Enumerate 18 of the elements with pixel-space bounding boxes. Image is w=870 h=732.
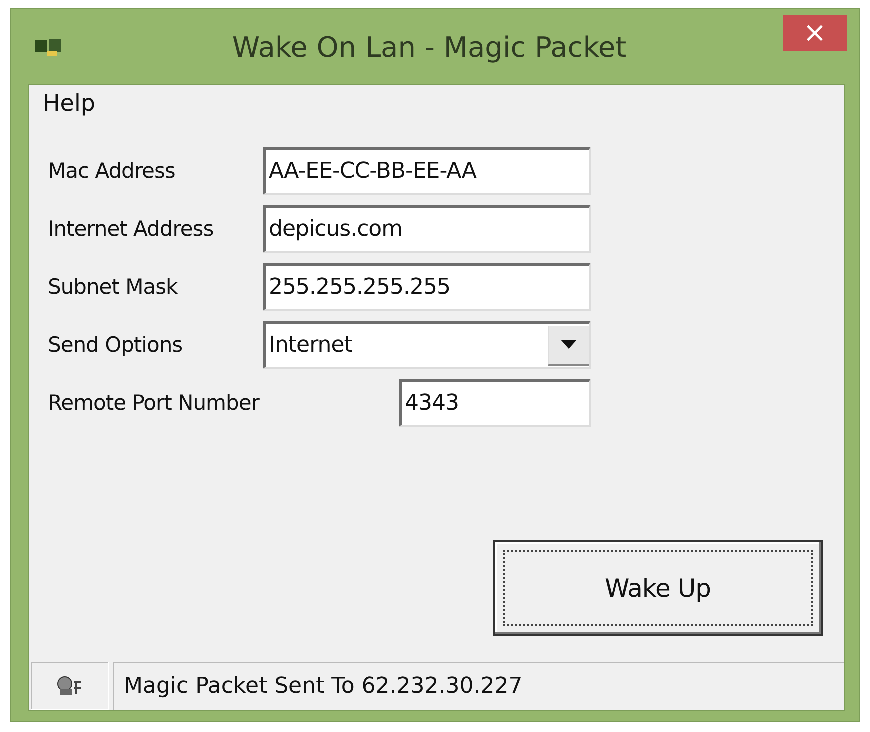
input-field[interactable]: 4343 bbox=[399, 379, 591, 427]
network-icon bbox=[56, 674, 84, 698]
wake-up-button[interactable]: Wake Up bbox=[493, 540, 823, 636]
dropdown-arrow-icon bbox=[561, 340, 577, 349]
app-icon bbox=[34, 36, 64, 56]
window-title: Wake On Lan - Magic Packet bbox=[231, 31, 628, 64]
menu-item[interactable]: Help bbox=[43, 91, 96, 117]
dropdown[interactable]: Internet bbox=[263, 321, 591, 369]
field-label: Mac Address bbox=[48, 159, 176, 183]
close-button[interactable]: × bbox=[783, 15, 847, 51]
input-field[interactable]: 255.255.255.255 bbox=[263, 263, 591, 311]
field-label: Remote Port Number bbox=[48, 391, 261, 415]
input-field[interactable]: depicus.com bbox=[263, 205, 591, 253]
field-label: Subnet Mask bbox=[48, 275, 179, 299]
field-label: Internet Address bbox=[48, 217, 215, 241]
field-label: Send Options bbox=[48, 333, 184, 357]
status-text: Magic Packet Sent To 62.232.30.227 bbox=[113, 662, 844, 710]
input-field[interactable]: AA-EE-CC-BB-EE-AA bbox=[263, 147, 591, 195]
